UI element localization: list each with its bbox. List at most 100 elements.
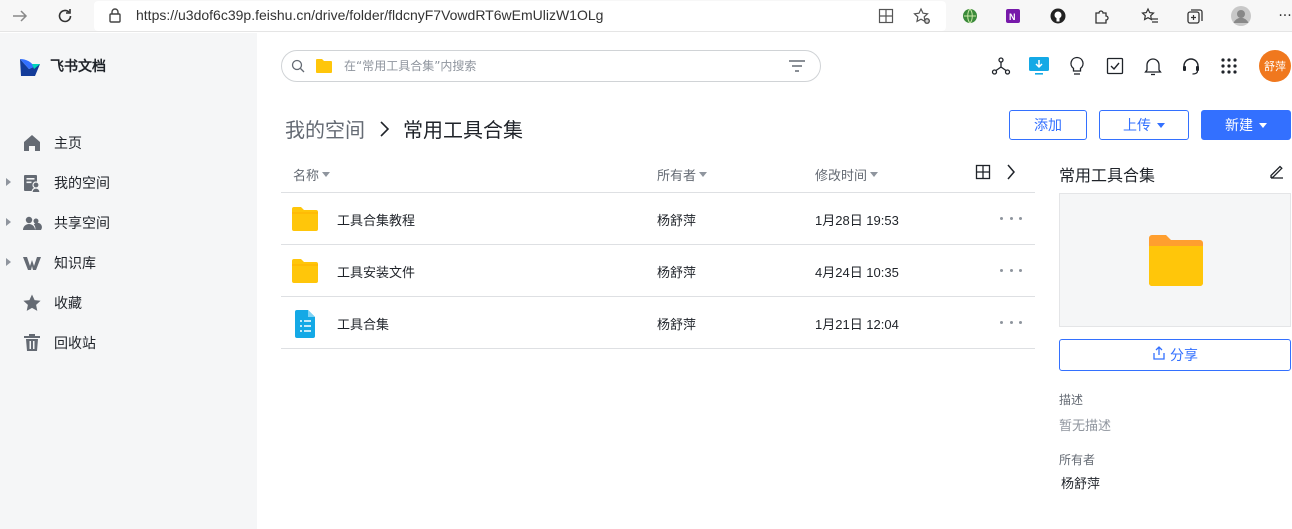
browser-toolbar: https://u3dof6c39p.feishu.cn/drive/folde… bbox=[0, 0, 1292, 32]
sidebar-item-shared-space[interactable]: 共享空间 bbox=[0, 203, 257, 243]
breadcrumb-current: 常用工具合集 bbox=[403, 118, 523, 142]
app-launcher-icon[interactable] bbox=[1217, 54, 1241, 78]
lock-icon bbox=[108, 7, 122, 27]
file-name[interactable]: 工具合集教程 bbox=[337, 210, 415, 229]
download-client-icon[interactable] bbox=[1027, 54, 1051, 78]
app-logo-text: 飞书文档 bbox=[50, 59, 106, 75]
arrow-right-icon bbox=[13, 10, 28, 22]
notification-bell-icon[interactable] bbox=[1141, 54, 1165, 78]
create-button[interactable]: 新建 bbox=[1201, 110, 1291, 140]
reload-button[interactable] bbox=[53, 4, 77, 28]
filter-icon[interactable] bbox=[788, 58, 806, 78]
lightbulb-icon[interactable] bbox=[1065, 54, 1089, 78]
task-checkbox-icon[interactable] bbox=[1103, 54, 1127, 78]
favorite-add-icon[interactable] bbox=[912, 6, 932, 26]
file-owner: 杨舒萍 bbox=[657, 214, 697, 229]
table-row[interactable]: 工具安装文件 杨舒萍 4月24日 10:35 bbox=[281, 245, 1035, 297]
url-text: https://u3dof6c39p.feishu.cn/drive/folde… bbox=[136, 7, 604, 23]
description-value: 暂无描述 bbox=[1059, 419, 1112, 434]
owner-value: 杨舒萍 bbox=[1061, 477, 1101, 492]
share-button[interactable]: 分享 bbox=[1059, 339, 1291, 371]
caret-down-icon bbox=[1157, 122, 1165, 128]
feishu-docs-logo-icon bbox=[20, 59, 40, 76]
owner-label: 所有者 bbox=[1059, 453, 1096, 467]
breadcrumb-parent[interactable]: 我的空间 bbox=[285, 114, 365, 143]
expand-caret-icon[interactable] bbox=[6, 258, 11, 266]
onenote-icon[interactable]: N bbox=[1001, 4, 1025, 28]
table-row[interactable]: 工具合集教程 杨舒萍 1月28日 19:53 bbox=[281, 193, 1035, 245]
column-name-header[interactable]: 名称 bbox=[293, 165, 331, 184]
sidebar-item-favorites[interactable]: 收藏 bbox=[0, 283, 257, 323]
wiki-icon bbox=[22, 253, 42, 273]
more-options-icon[interactable] bbox=[1000, 208, 1022, 228]
file-name[interactable]: 工具安装文件 bbox=[337, 262, 415, 281]
column-label: 修改时间 bbox=[815, 169, 868, 184]
star-icon bbox=[22, 293, 42, 313]
sidebar-item-label: 收藏 bbox=[54, 296, 82, 312]
browser-more-button[interactable]: ··· bbox=[1273, 4, 1292, 28]
file-owner: 杨舒萍 bbox=[657, 318, 697, 333]
add-button-label: 添加 bbox=[1034, 118, 1062, 134]
help-support-icon[interactable] bbox=[1179, 54, 1203, 78]
grid-view-icon[interactable] bbox=[975, 164, 991, 180]
file-owner: 杨舒萍 bbox=[657, 266, 697, 281]
favorites-icon[interactable] bbox=[1138, 4, 1162, 28]
user-avatar[interactable]: 舒萍 bbox=[1259, 50, 1291, 82]
caret-down-icon bbox=[1259, 122, 1267, 128]
extensions-puzzle-icon[interactable] bbox=[1090, 4, 1114, 28]
sidebar: 飞书文档 主页 我的空间 共享空间 知识库 收藏 回收站 bbox=[0, 33, 257, 529]
upload-button[interactable]: 上传 bbox=[1099, 110, 1189, 140]
folder-icon bbox=[291, 206, 319, 236]
create-button-label: 新建 bbox=[1225, 118, 1253, 134]
profile-avatar-icon[interactable] bbox=[1229, 4, 1253, 28]
shared-space-icon bbox=[22, 213, 42, 233]
sort-down-icon bbox=[699, 172, 708, 177]
file-name[interactable]: 工具合集 bbox=[337, 314, 389, 333]
column-label: 名称 bbox=[293, 169, 320, 184]
sidebar-nav: 主页 我的空间 共享空间 知识库 收藏 回收站 bbox=[0, 123, 257, 363]
share-icon bbox=[1152, 346, 1166, 364]
sort-down-icon bbox=[870, 172, 879, 177]
org-chart-icon[interactable] bbox=[989, 54, 1013, 78]
table-row[interactable]: 工具合集 杨舒萍 1月21日 12:04 bbox=[281, 297, 1035, 349]
folder-icon bbox=[291, 258, 319, 288]
collections-icon[interactable] bbox=[1183, 4, 1207, 28]
sidebar-item-label: 主页 bbox=[54, 136, 82, 152]
edit-pencil-icon[interactable] bbox=[1269, 163, 1285, 183]
expand-caret-icon[interactable] bbox=[6, 178, 11, 186]
sort-down-icon bbox=[322, 172, 331, 177]
search-icon bbox=[291, 59, 305, 77]
chevron-right-icon bbox=[379, 120, 391, 138]
sidebar-item-label: 知识库 bbox=[54, 256, 96, 272]
share-button-label: 分享 bbox=[1170, 348, 1198, 364]
sidebar-item-wiki[interactable]: 知识库 bbox=[0, 243, 257, 283]
breadcrumb: 我的空间 常用工具合集 bbox=[285, 114, 523, 143]
sidebar-item-label: 我的空间 bbox=[54, 176, 110, 192]
github-icon[interactable] bbox=[1046, 4, 1070, 28]
sidebar-item-label: 回收站 bbox=[54, 336, 96, 352]
description-label: 描述 bbox=[1059, 393, 1084, 407]
collapse-panel-chevron-icon[interactable] bbox=[1005, 163, 1017, 181]
add-button[interactable]: 添加 bbox=[1009, 110, 1087, 140]
app-grid-icon[interactable] bbox=[876, 6, 896, 26]
column-owner-header[interactable]: 所有者 bbox=[657, 165, 708, 184]
globe-extension-icon[interactable] bbox=[958, 4, 982, 28]
app-logo[interactable]: 飞书文档 bbox=[18, 55, 106, 77]
file-modified: 1月21日 12:04 bbox=[815, 317, 899, 332]
search-box[interactable] bbox=[281, 50, 821, 82]
trash-icon bbox=[22, 333, 42, 353]
sidebar-item-home[interactable]: 主页 bbox=[0, 123, 257, 163]
expand-caret-icon[interactable] bbox=[6, 218, 11, 226]
file-modified: 1月28日 19:53 bbox=[815, 213, 899, 228]
search-input[interactable] bbox=[344, 56, 764, 76]
sidebar-item-trash[interactable]: 回收站 bbox=[0, 323, 257, 363]
more-options-icon[interactable] bbox=[1000, 260, 1022, 280]
more-options-icon[interactable] bbox=[1000, 312, 1022, 332]
svg-text:N: N bbox=[1009, 12, 1016, 22]
address-bar[interactable]: https://u3dof6c39p.feishu.cn/drive/folde… bbox=[94, 1, 946, 31]
column-modified-header[interactable]: 修改时间 bbox=[815, 165, 879, 184]
back-button[interactable] bbox=[8, 4, 32, 28]
sidebar-item-label: 共享空间 bbox=[54, 216, 110, 232]
sidebar-item-my-space[interactable]: 我的空间 bbox=[0, 163, 257, 203]
home-icon bbox=[22, 133, 42, 153]
